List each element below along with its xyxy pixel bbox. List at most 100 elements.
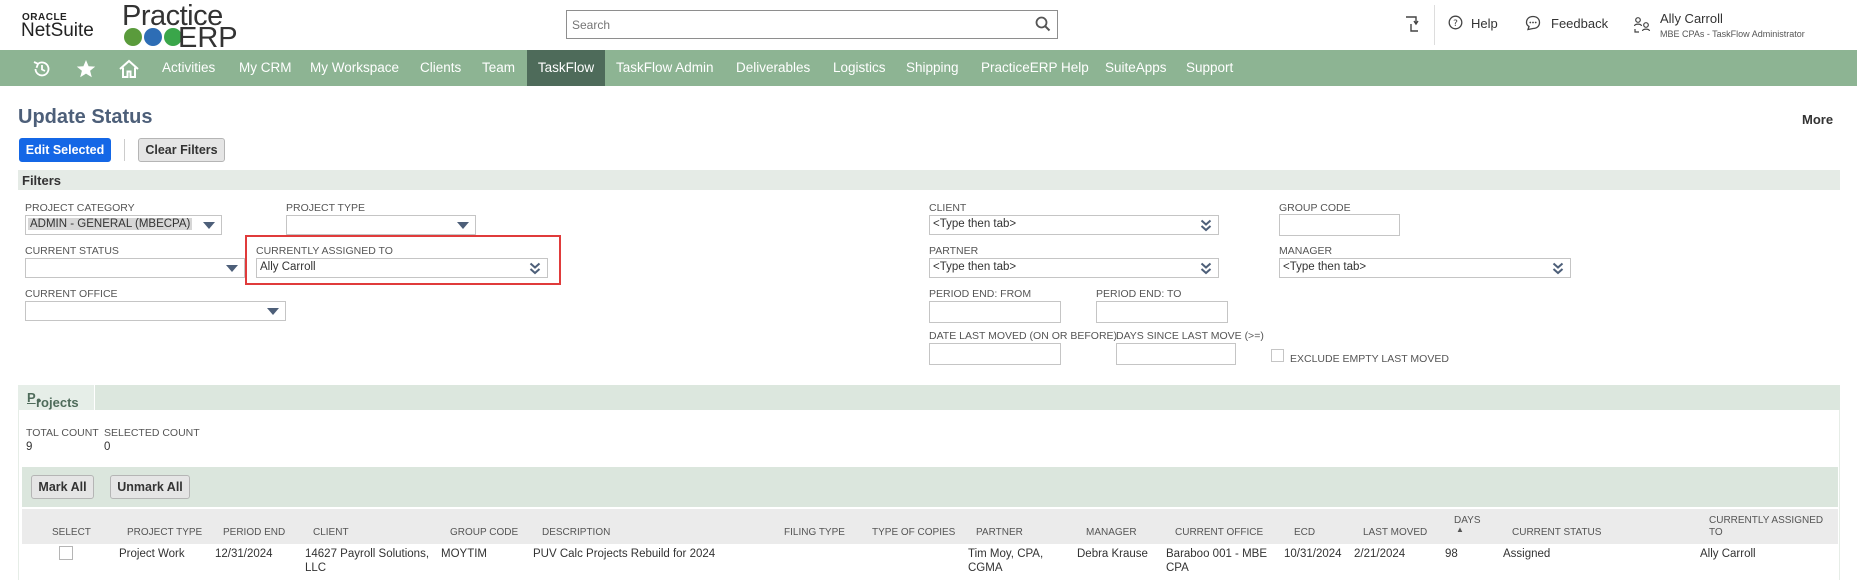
col-ecd[interactable]: ECD bbox=[1294, 527, 1315, 538]
col-filing-type[interactable]: FILING TYPE bbox=[784, 527, 845, 538]
nav-my-workspace[interactable]: My Workspace bbox=[300, 50, 409, 86]
star-icon[interactable] bbox=[75, 58, 97, 80]
button-separator bbox=[124, 139, 125, 161]
cell-days: 98 bbox=[1445, 548, 1458, 560]
chevron-down-icon bbox=[203, 222, 215, 229]
list-actions-bar bbox=[22, 467, 1838, 507]
cell-currently-assigned-to: Ally Carroll bbox=[1700, 548, 1756, 560]
unmark-all-button[interactable]: Unmark All bbox=[110, 475, 190, 499]
search-input[interactable] bbox=[570, 14, 1014, 36]
col-manager[interactable]: MANAGER bbox=[1086, 527, 1137, 538]
col-current-status[interactable]: CURRENT STATUS bbox=[1512, 527, 1601, 538]
nav-logistics[interactable]: Logistics bbox=[823, 50, 896, 86]
col-type-of-copies[interactable]: TYPE OF COPIES bbox=[872, 527, 955, 538]
search-icon[interactable] bbox=[1035, 16, 1051, 32]
row-select-checkbox[interactable] bbox=[59, 546, 73, 560]
double-chevron-down-icon bbox=[1200, 219, 1212, 232]
chevron-down-icon bbox=[457, 222, 469, 229]
client-label: CLIENT bbox=[929, 202, 967, 214]
cell-period-end: 12/31/2024 bbox=[215, 548, 273, 560]
col-last-moved[interactable]: LAST MOVED bbox=[1363, 527, 1427, 538]
col-currently-assigned-to-line2: TO bbox=[1709, 527, 1723, 538]
exclude-empty-last-moved-label: EXCLUDE EMPTY LAST MOVED bbox=[1290, 353, 1449, 365]
client-select[interactable]: <Type then tab> bbox=[929, 215, 1219, 235]
exclude-empty-last-moved-checkbox[interactable] bbox=[1271, 349, 1284, 362]
feedback-button[interactable]: Feedback bbox=[1525, 15, 1615, 33]
recent-records-icon[interactable] bbox=[1402, 14, 1422, 34]
cell-project-type: Project Work bbox=[119, 548, 185, 560]
col-client[interactable]: CLIENT bbox=[313, 527, 349, 538]
tab-projects[interactable]: Projects ● bbox=[18, 385, 95, 410]
filters-section-label: Filters bbox=[22, 173, 62, 188]
double-chevron-down-icon bbox=[1552, 262, 1564, 275]
cell-group-code: MOYTIM bbox=[441, 548, 487, 560]
global-search[interactable] bbox=[566, 10, 1058, 39]
col-period-end[interactable]: PERIOD END bbox=[223, 527, 285, 538]
mark-all-button[interactable]: Mark All bbox=[31, 475, 94, 499]
current-status-label: CURRENT STATUS bbox=[25, 245, 119, 257]
cell-ecd: 10/31/2024 bbox=[1284, 548, 1342, 560]
nav-my-crm[interactable]: My CRM bbox=[229, 50, 302, 86]
col-select[interactable]: SELECT bbox=[52, 527, 91, 538]
project-category-label: PROJECT CATEGORY bbox=[25, 202, 135, 214]
more-button[interactable]: More bbox=[1802, 112, 1833, 127]
nav-practiceerp-help[interactable]: PracticeERP Help bbox=[971, 50, 1099, 86]
col-currently-assigned-to[interactable]: CURRENTLY ASSIGNED bbox=[1709, 515, 1823, 526]
manager-value: <Type then tab> bbox=[1283, 261, 1367, 273]
col-description[interactable]: DESCRIPTION bbox=[542, 527, 610, 538]
role-switch-icon[interactable] bbox=[1633, 16, 1651, 34]
days-since-last-move-label: DAYS SINCE LAST MOVE (>=) bbox=[1116, 330, 1264, 342]
nav-team[interactable]: Team bbox=[472, 50, 525, 86]
days-since-last-move-input[interactable] bbox=[1116, 343, 1236, 365]
project-category-select[interactable]: ADMIN - GENERAL (MBECPA) bbox=[25, 215, 222, 235]
current-office-select[interactable] bbox=[25, 301, 286, 321]
period-end-from-label: PERIOD END: FROM bbox=[929, 288, 1032, 300]
projects-tab-label: Projects ● bbox=[27, 390, 79, 410]
edit-selected-button[interactable]: Edit Selected bbox=[19, 138, 111, 162]
feedback-icon bbox=[1525, 15, 1541, 31]
nav-suiteapps[interactable]: SuiteApps bbox=[1095, 50, 1177, 86]
col-group-code[interactable]: GROUP CODE bbox=[450, 527, 518, 538]
home-icon[interactable] bbox=[118, 58, 140, 80]
project-type-select[interactable] bbox=[286, 215, 476, 235]
help-icon: ? bbox=[1448, 15, 1463, 30]
highlight-box bbox=[245, 235, 561, 285]
chevron-down-icon bbox=[267, 308, 279, 315]
nav-deliverables[interactable]: Deliverables bbox=[726, 50, 820, 86]
current-office-label: CURRENT OFFICE bbox=[25, 288, 118, 300]
cell-current-status: Assigned bbox=[1503, 548, 1551, 560]
user-name[interactable]: Ally Carroll bbox=[1660, 11, 1723, 26]
period-end-to-input[interactable] bbox=[1096, 301, 1228, 323]
col-partner[interactable]: PARTNER bbox=[976, 527, 1023, 538]
current-status-select[interactable] bbox=[25, 258, 245, 278]
cell-description[interactable]: PUV Calc Projects Rebuild for 2024 bbox=[533, 547, 715, 561]
cell-current-office: Baraboo 001 - MBE CPA bbox=[1166, 548, 1268, 574]
filters-section-header: Filters bbox=[18, 170, 1840, 190]
nav-support[interactable]: Support bbox=[1176, 50, 1243, 86]
col-current-office[interactable]: CURRENT OFFICE bbox=[1175, 527, 1263, 538]
nav-shipping[interactable]: Shipping bbox=[896, 50, 969, 86]
col-project-type[interactable]: PROJECT TYPE bbox=[127, 527, 202, 538]
double-chevron-down-icon bbox=[1200, 262, 1212, 275]
period-end-to-label: PERIOD END: TO bbox=[1096, 288, 1182, 300]
period-end-from-input[interactable] bbox=[929, 301, 1061, 323]
nav-taskflow-admin[interactable]: TaskFlow Admin bbox=[606, 50, 724, 86]
partner-value: <Type then tab> bbox=[933, 261, 1017, 273]
partner-label: PARTNER bbox=[929, 245, 979, 257]
nav-clients[interactable]: Clients bbox=[410, 50, 471, 86]
cell-client[interactable]: 14627 Payroll Solutions, LLC bbox=[305, 547, 435, 575]
nav-activities[interactable]: Activities bbox=[152, 50, 225, 86]
recent-records-icon[interactable] bbox=[31, 58, 53, 80]
netsuite-logo-text[interactable]: NetSuite bbox=[21, 20, 94, 42]
clear-filters-button[interactable]: Clear Filters bbox=[138, 138, 225, 162]
nav-taskflow[interactable]: TaskFlow bbox=[527, 50, 605, 86]
help-button[interactable]: ? Help bbox=[1448, 15, 1508, 33]
manager-select[interactable]: <Type then tab> bbox=[1279, 258, 1571, 278]
date-last-moved-input[interactable] bbox=[929, 343, 1061, 365]
partner-select[interactable]: <Type then tab> bbox=[929, 258, 1219, 278]
selected-count-label: SELECTED COUNT bbox=[104, 427, 200, 439]
sort-ascending-icon: ▲ bbox=[1456, 525, 1464, 534]
projects-tab-bar: Projects ● bbox=[18, 385, 1840, 410]
group-code-input[interactable] bbox=[1279, 214, 1400, 236]
manager-label: MANAGER bbox=[1279, 245, 1333, 257]
